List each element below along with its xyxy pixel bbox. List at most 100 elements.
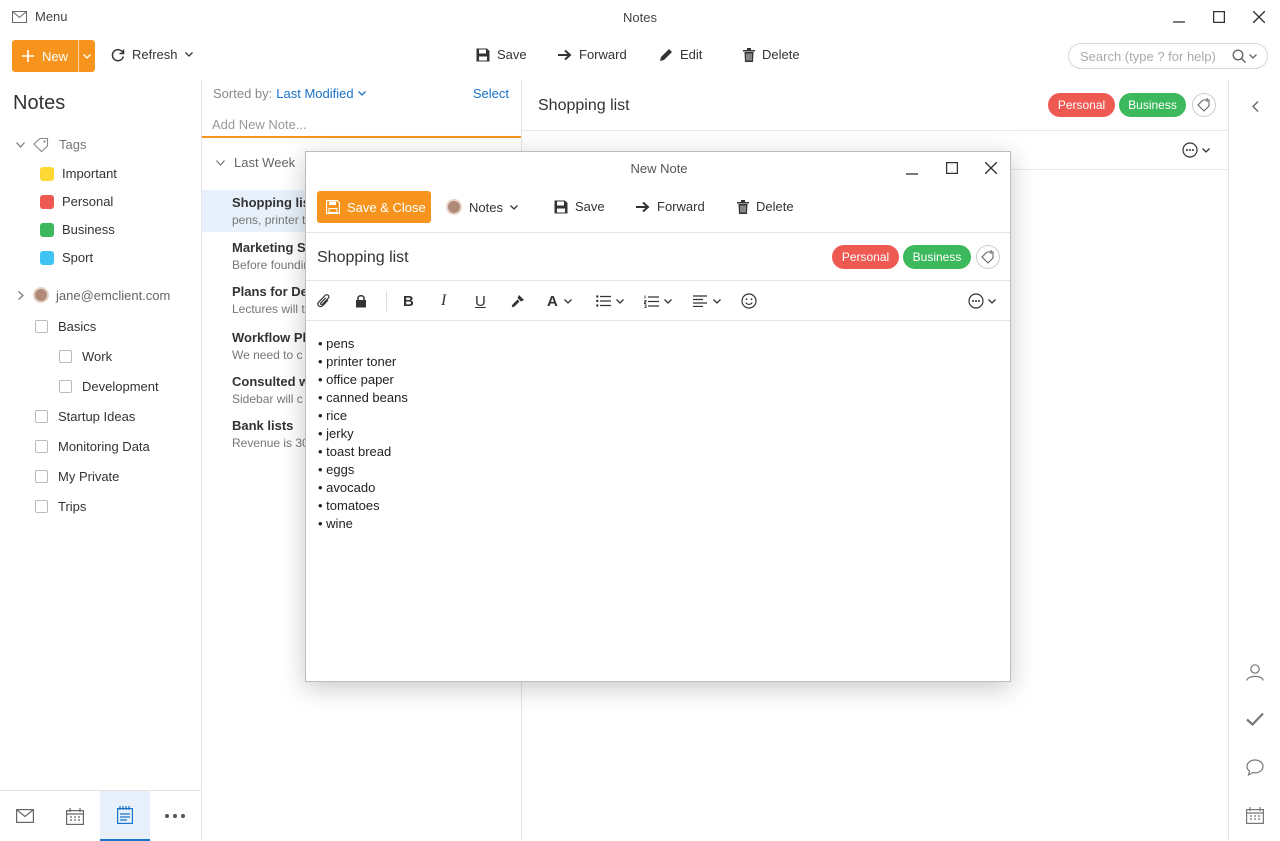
list-item: toast bread: [318, 443, 408, 461]
tag-badge-business[interactable]: Business: [903, 245, 971, 269]
right-rail: [1228, 80, 1280, 840]
bold-icon: B: [403, 292, 414, 310]
list-item: printer toner: [318, 353, 408, 371]
minimize-button[interactable]: [1169, 8, 1189, 26]
note-body-editor[interactable]: pens printer toner office paper canned b…: [318, 335, 408, 533]
emoji-button[interactable]: [741, 291, 757, 311]
italic-button[interactable]: I: [441, 291, 446, 311]
folder-startup-ideas[interactable]: Startup Ideas: [35, 409, 135, 424]
add-tag-button[interactable]: [976, 245, 1000, 269]
edit-button[interactable]: Edit: [659, 47, 702, 62]
checkbox[interactable]: [35, 320, 48, 333]
agenda-button[interactable]: [1243, 803, 1267, 827]
font-letter-icon: A: [547, 292, 558, 310]
tag-item-sport[interactable]: Sport: [40, 250, 93, 265]
folder-basics[interactable]: Basics: [35, 319, 96, 334]
bold-button[interactable]: B: [403, 291, 414, 311]
floppy-icon: [326, 200, 340, 214]
folder-monitoring-data[interactable]: Monitoring Data: [35, 439, 150, 454]
account-group[interactable]: jane@emclient.com: [18, 287, 170, 303]
nav-notes[interactable]: [100, 791, 150, 841]
folder-label: Development: [82, 379, 159, 394]
tag-icon: [33, 137, 49, 152]
chevron-down-icon: [510, 204, 518, 210]
save-label: Save: [497, 47, 527, 62]
format-painter-button[interactable]: [511, 291, 525, 311]
chevron-down-icon[interactable]: [1249, 53, 1257, 59]
forward-button[interactable]: Forward: [558, 47, 627, 62]
collapse-panel-button[interactable]: [1243, 94, 1267, 118]
note-title-field[interactable]: Shopping list: [317, 249, 409, 267]
search-input[interactable]: Search (type ? for help): [1068, 43, 1268, 69]
dialog-forward-button[interactable]: Forward: [636, 199, 705, 214]
list-item: office paper: [318, 371, 408, 389]
folder-development[interactable]: Development: [59, 379, 159, 394]
nav-calendar[interactable]: [50, 791, 100, 841]
save-button[interactable]: Save: [476, 47, 527, 62]
add-note-input[interactable]: Add New Note...: [202, 106, 521, 138]
encrypt-button[interactable]: [355, 291, 367, 311]
close-window-button[interactable]: [1249, 8, 1269, 26]
checkbox[interactable]: [35, 470, 48, 483]
lock-icon: [356, 295, 366, 308]
numbered-list-icon: [644, 295, 659, 308]
tag-item-personal[interactable]: Personal: [40, 194, 113, 209]
chat-button[interactable]: [1243, 755, 1267, 779]
group-header-last-week[interactable]: Last Week: [216, 155, 295, 170]
tags-group[interactable]: Tags: [16, 137, 86, 152]
nav-mail[interactable]: [0, 791, 50, 841]
font-button[interactable]: A: [547, 291, 572, 311]
checkbox[interactable]: [59, 380, 72, 393]
delete-button[interactable]: Delete: [743, 47, 800, 62]
save-and-close-button[interactable]: Save & Close: [317, 191, 431, 223]
underline-button[interactable]: U: [475, 291, 486, 311]
folder-my-private[interactable]: My Private: [35, 469, 119, 484]
dialog-maximize-button[interactable]: [942, 159, 962, 177]
checkbox[interactable]: [35, 410, 48, 423]
attach-button[interactable]: [317, 291, 331, 311]
bullet-list-button[interactable]: [596, 291, 624, 311]
folder-label: My Private: [58, 469, 120, 484]
checkbox[interactable]: [59, 350, 72, 363]
tasks-button[interactable]: [1243, 707, 1267, 731]
more-options-button[interactable]: [1182, 142, 1210, 158]
checkbox[interactable]: [35, 440, 48, 453]
add-tag-button[interactable]: [1192, 93, 1216, 117]
new-dropdown-button[interactable]: [78, 40, 95, 72]
new-button[interactable]: New: [12, 40, 95, 72]
folder-work[interactable]: Work: [59, 349, 112, 364]
tag-badge-business[interactable]: Business: [1119, 93, 1186, 117]
nav-more[interactable]: [150, 791, 200, 841]
tag-badge-personal[interactable]: Personal: [832, 245, 899, 269]
notes-folder-dropdown[interactable]: Notes: [446, 199, 518, 215]
dialog-minimize-button[interactable]: [902, 160, 922, 178]
chevron-down-icon: [83, 53, 91, 59]
tag-item-important[interactable]: Important: [40, 166, 117, 181]
sort-control[interactable]: Sorted by: Last Modified: [213, 86, 366, 101]
align-button[interactable]: [693, 291, 721, 311]
search-icon[interactable]: [1232, 49, 1246, 63]
dialog-close-button[interactable]: [981, 159, 1001, 177]
list-item: pens: [318, 335, 408, 353]
chevron-down-icon: [664, 298, 672, 304]
dialog-delete-button[interactable]: Delete: [737, 199, 794, 214]
title-bar: Menu Notes: [0, 0, 1280, 34]
more-options-button[interactable]: [968, 291, 996, 311]
tag-item-business[interactable]: Business: [40, 222, 115, 237]
tag-label: Personal: [62, 194, 114, 209]
refresh-button[interactable]: Refresh: [111, 47, 193, 62]
trash-icon: [743, 47, 755, 62]
folder-trips[interactable]: Trips: [35, 499, 86, 514]
note-header: Shopping list Personal Business: [306, 232, 1010, 281]
checkbox[interactable]: [35, 500, 48, 513]
tag-badge-personal[interactable]: Personal: [1048, 93, 1115, 117]
numbered-list-button[interactable]: [644, 291, 672, 311]
dialog-save-button[interactable]: Save: [554, 199, 605, 214]
maximize-button[interactable]: [1209, 8, 1229, 26]
group-label: Last Week: [234, 155, 296, 170]
refresh-label: Refresh: [132, 47, 178, 62]
folder-label: Basics: [58, 319, 97, 334]
select-link[interactable]: Select: [473, 86, 509, 101]
dialog-save-label: Save: [575, 199, 605, 214]
contacts-button[interactable]: [1243, 660, 1267, 684]
